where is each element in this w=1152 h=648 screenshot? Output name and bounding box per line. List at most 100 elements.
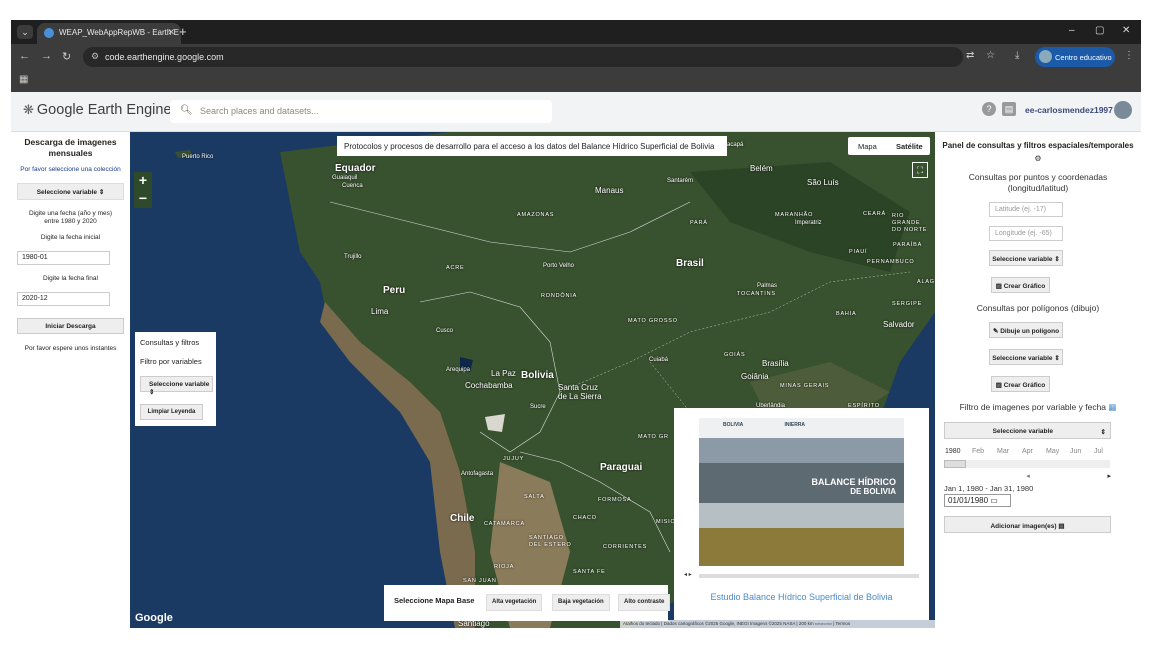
apps-grid-icon[interactable]: ▦ <box>19 74 28 85</box>
create-chart-label: Crear Gráfico <box>1003 283 1046 290</box>
map-type-satellite-button[interactable]: Satélite <box>896 142 923 151</box>
site-info-icon[interactable]: ⚙ <box>91 51 99 62</box>
map-label: MARANHÃO <box>775 212 814 218</box>
bookmarks-bar: ▦ <box>11 70 1141 92</box>
filter-variable-select[interactable]: Seleccione variable ⇕ <box>140 376 213 396</box>
date-slider[interactable] <box>944 460 1110 468</box>
browser-tab[interactable]: WEAP_WebAppRepWB - Earth E ✕ <box>37 23 181 44</box>
latitude-input[interactable]: Latitude (ej. -17) <box>989 202 1063 217</box>
username[interactable]: ee-carlosmendez1997 <box>1025 105 1113 115</box>
map-attribution[interactable]: Atalhos do teclado | Dados cartográficos… <box>620 620 935 628</box>
study-scrollbar[interactable] <box>699 574 919 578</box>
map-label: Goiânia <box>741 372 769 381</box>
month-label: Mar <box>997 448 1010 455</box>
help-icon[interactable]: ? <box>982 102 996 116</box>
month-label: Feb <box>972 448 985 455</box>
map-label: La Paz <box>491 369 516 378</box>
polygon-variable-select[interactable]: Seleccione variable ⇕ <box>989 349 1063 365</box>
image-variable-select[interactable]: Seleccione variable ⇕ <box>944 422 1111 439</box>
bookmark-star-icon[interactable]: ☆ <box>986 50 995 61</box>
point-variable-select[interactable]: Seleccione variable ⇕ <box>989 250 1063 266</box>
study-link[interactable]: Estudio Balance Hídrico Superficial de B… <box>674 592 929 602</box>
map-label: MATO GR <box>638 434 669 440</box>
draw-polygon-button[interactable]: ✎ Dibuje un polígono <box>989 322 1063 338</box>
zoom-control: + − <box>134 172 152 208</box>
collection-prompt: Por favor seleccione una colección <box>20 166 121 173</box>
map-label: PARÁ <box>690 220 708 226</box>
gee-logo-text: Google Earth Engine <box>36 102 172 118</box>
scroll-left-icon[interactable]: ◂ <box>1026 473 1030 480</box>
browser-menu-icon[interactable]: ⋮ <box>1124 50 1134 61</box>
cover-header-right: INIERRA <box>784 422 806 428</box>
wait-message: Por favor espere unos instantes <box>24 345 117 352</box>
map-label: CATAMARCA <box>484 521 525 527</box>
gee-logo[interactable]: ❋ Google Earth Engine <box>23 102 172 118</box>
map-title-banner: Protocolos y procesos de desarrollo para… <box>337 136 727 156</box>
start-download-button[interactable]: Iniciar Descarga <box>17 318 124 334</box>
slider-scroll-row: ◂ ▸ <box>945 472 1111 480</box>
gee-header: ❋ Google Earth Engine 🔍︎ Search places an… <box>11 92 1141 132</box>
map-label: JUJUY <box>503 456 525 462</box>
map-label: Cuenca <box>342 183 363 189</box>
map-label: SERGIPE <box>892 301 923 307</box>
zoom-in-button[interactable]: + <box>134 172 152 190</box>
profile-avatar <box>1039 50 1052 63</box>
month-label: Jul <box>1094 448 1103 455</box>
study-nav-arrows[interactable]: ◂ ▸ <box>684 571 692 578</box>
scroll-right-icon[interactable]: ▸ <box>1107 472 1111 480</box>
map-type-map-button[interactable]: Mapa <box>858 142 877 151</box>
longitude-input[interactable]: Longitude (ej. -65) <box>989 226 1063 241</box>
maximize-button[interactable]: ▢ <box>1095 25 1104 36</box>
map-label: ACRE <box>446 265 465 271</box>
map-label: Antofagasta <box>461 471 494 477</box>
map-type-control: Mapa Satélite <box>848 137 930 155</box>
forward-arrow-icon[interactable]: → <box>41 50 52 62</box>
zoom-out-button[interactable]: − <box>134 190 152 208</box>
map-label: Peru <box>383 285 406 296</box>
fullscreen-icon[interactable]: ⛶ <box>912 162 928 178</box>
new-tab-button[interactable]: + <box>179 24 187 39</box>
polygon-variable-select-label: Seleccione variable <box>992 355 1053 362</box>
add-images-button[interactable]: Adicionar imagen(es) ▤ <box>944 516 1111 533</box>
tab-close-icon[interactable]: ✕ <box>167 27 175 38</box>
high-contrast-button[interactable]: Alto contraste <box>618 594 671 611</box>
study-cover-image[interactable]: BOLIVIA INIERRA BALANCE HÍDRICO DE BOLIV… <box>699 418 904 566</box>
start-date-input[interactable]: 1980-01 <box>17 251 110 265</box>
translate-icon[interactable]: ⇄ <box>966 50 974 61</box>
month-label: 1980 <box>945 448 961 455</box>
map-view[interactable]: Puerto Rico Equador Guaiaquil Cuenca Man… <box>130 132 935 628</box>
download-icon[interactable]: ⤓ <box>1015 50 1019 61</box>
create-chart-button[interactable]: ▨ Crear Gráfico <box>991 277 1050 293</box>
map-label: Bolivia <box>521 370 554 381</box>
map-label: PIAUÍ <box>849 249 868 255</box>
low-vegetation-button[interactable]: Baja vegetación <box>552 594 610 611</box>
feedback-icon[interactable]: ▤ <box>1002 102 1016 116</box>
minimize-button[interactable]: – <box>1069 25 1075 36</box>
study-panel: BOLIVIA INIERRA BALANCE HÍDRICO DE BOLIV… <box>674 408 929 620</box>
tab-strip: ⌄ WEAP_WebAppRepWB - Earth E ✕ + – ▢ ✕ <box>11 20 1141 44</box>
back-arrow-icon[interactable]: ← <box>19 50 30 62</box>
date-picker-input[interactable]: 01/01/1980 ▭ <box>944 494 1011 507</box>
reload-icon[interactable]: ↻ <box>62 50 71 63</box>
variable-select[interactable]: Seleccione variable ⇕ <box>17 183 124 200</box>
date-range-text: Jan 1, 1980 - Jan 31, 1980 <box>944 484 1034 493</box>
download-panel: Descarga de imagenes mensuales Por favor… <box>11 132 130 628</box>
tab-search-button[interactable]: ⌄ <box>17 25 33 39</box>
address-bar[interactable]: ⚙ code.earthengine.google.com <box>83 47 963 67</box>
date-slider-thumb[interactable] <box>944 460 966 468</box>
close-window-button[interactable]: ✕ <box>1122 25 1130 36</box>
settings-icon[interactable]: ⚙ <box>935 153 1141 164</box>
create-chart-button-2[interactable]: ▨ Crear Gráfico <box>991 376 1050 392</box>
map-label: SAN JUAN <box>463 578 497 584</box>
earth-engine-favicon-icon <box>44 28 54 38</box>
high-vegetation-button[interactable]: Alta vegetación <box>486 594 543 611</box>
query-panel-title: Panel de consultas y filtros espaciales/… <box>942 141 1134 150</box>
map-label: Belém <box>750 164 773 173</box>
profile-button[interactable]: Centro educativo <box>1035 47 1115 67</box>
search-input[interactable]: 🔍︎ Search places and datasets... <box>170 100 552 123</box>
clear-legend-button[interactable]: Limpiar Leyenda <box>140 404 203 420</box>
browser-toolbar: ← → ↻ ⚙ code.earthengine.google.com ⇄ ☆ … <box>11 44 1141 70</box>
image-variable-select-label: Seleccione variable <box>992 428 1053 435</box>
avatar[interactable] <box>1114 101 1132 119</box>
end-date-input[interactable]: 2020-12 <box>17 292 110 306</box>
